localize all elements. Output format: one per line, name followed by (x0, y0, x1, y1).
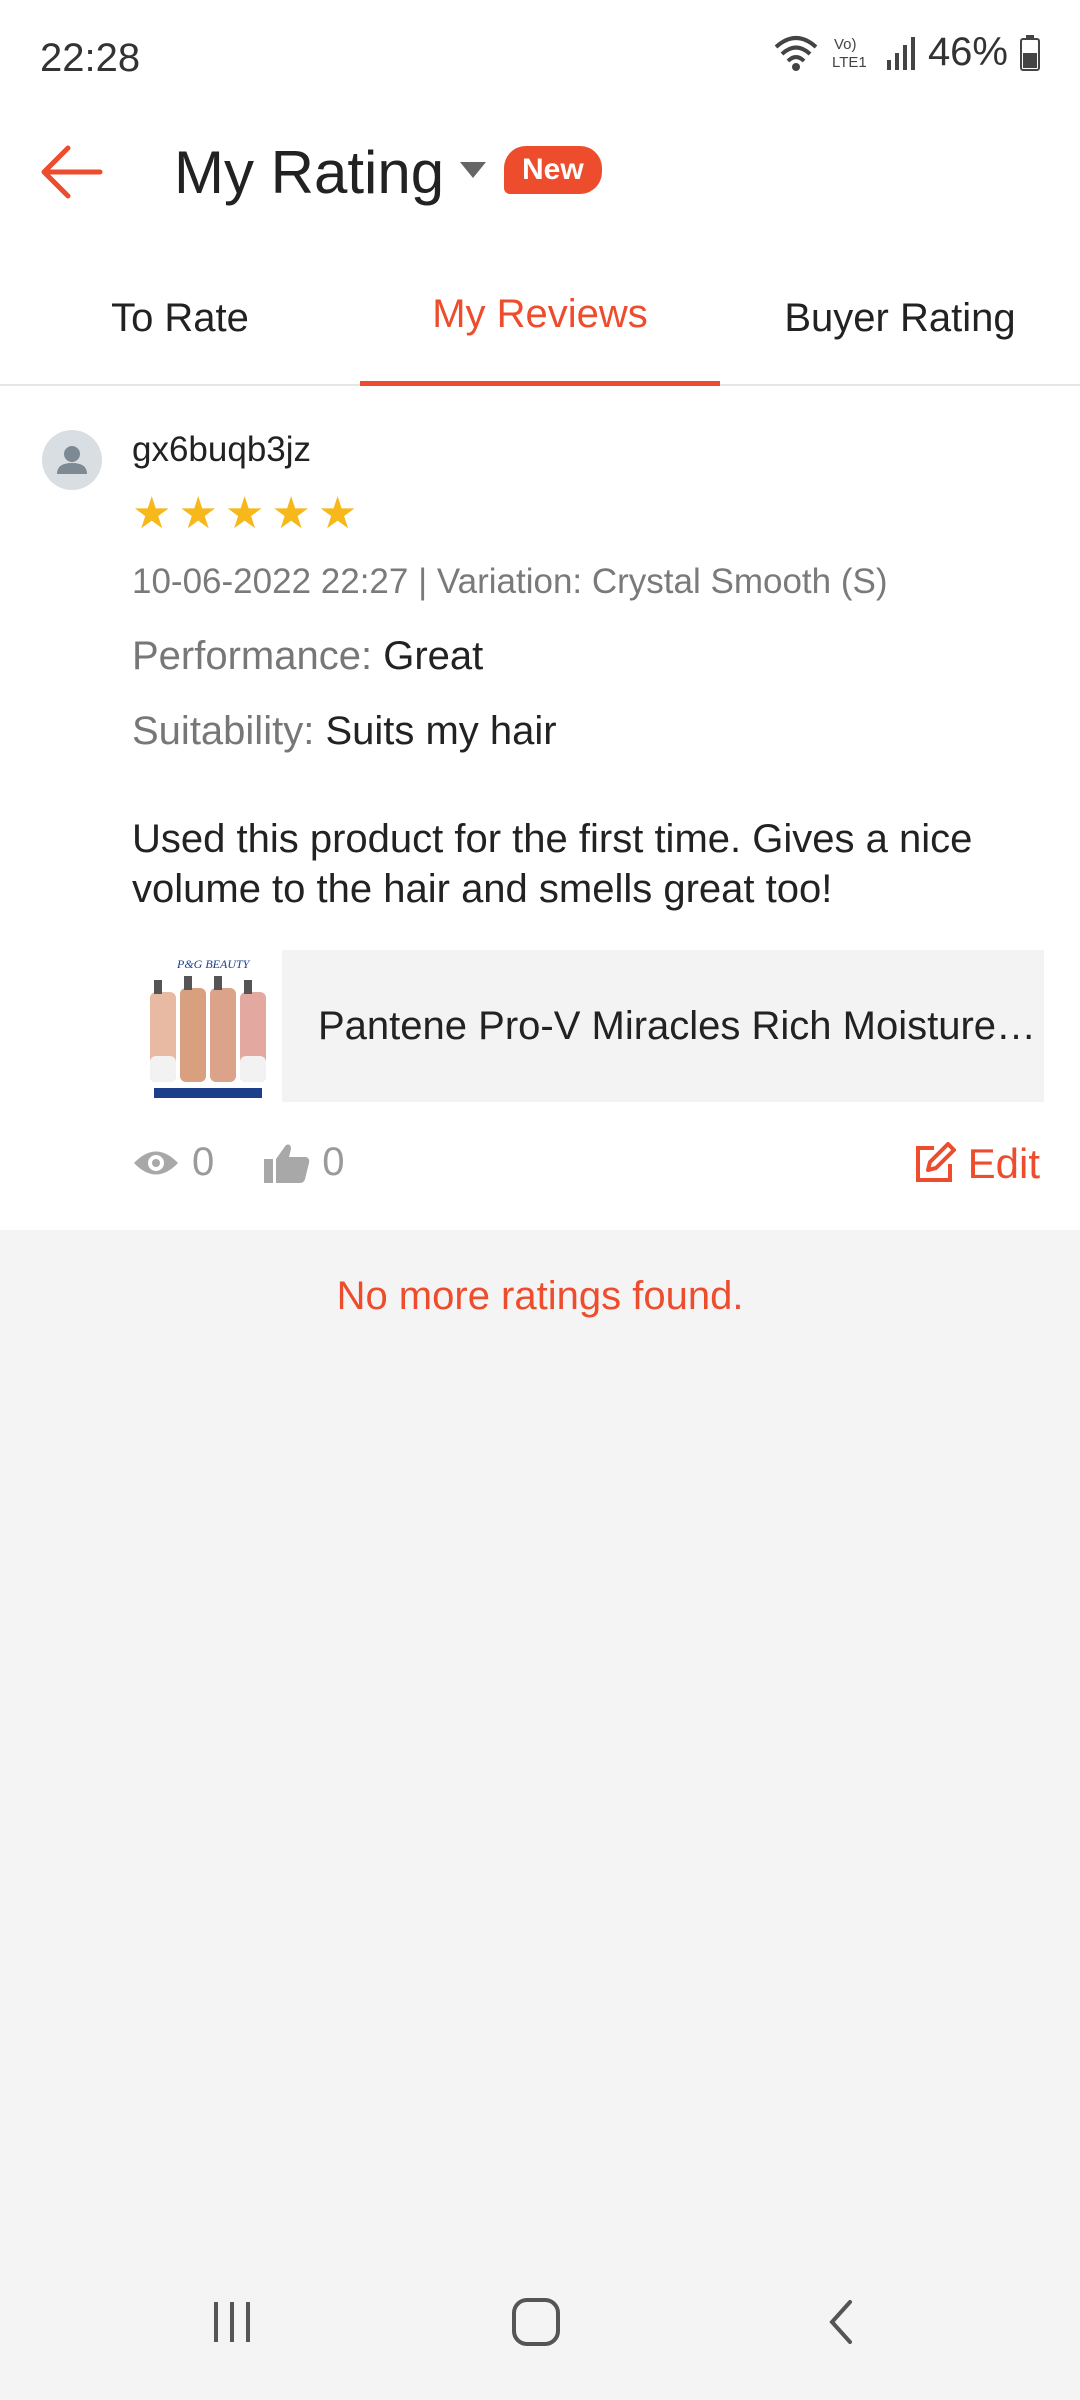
star-rating: ★ ★ ★ ★ ★ (132, 490, 357, 538)
suitability-label: Suitability: (132, 709, 315, 753)
svg-text:LTE1: LTE1 (832, 54, 867, 71)
battery-icon (1020, 34, 1040, 71)
views-count: 0 (132, 1140, 214, 1185)
reviewer-username: gx6buqb3jz (132, 430, 312, 469)
performance-value: Great (383, 634, 484, 678)
tab-my-reviews[interactable]: My Reviews (360, 260, 720, 386)
back-arrow-icon[interactable] (36, 136, 108, 208)
thumbs-up-icon[interactable] (264, 1143, 310, 1183)
user-icon (57, 446, 87, 474)
wifi-icon (774, 35, 818, 71)
new-badge: New (504, 146, 602, 194)
product-card[interactable]: P&G BEAUTY Pantene Pro-V Miracles Rich M… (132, 950, 1044, 1102)
likes-value: 0 (322, 1140, 345, 1184)
caret-down-icon[interactable] (460, 162, 486, 180)
svg-text:Vo): Vo) (834, 36, 857, 53)
review-meta: 10-06-2022 22:27 | Variation: Crystal Sm… (132, 562, 888, 601)
product-name[interactable]: Pantene Pro-V Miracles Rich Moisture Smo… (282, 950, 1044, 1102)
review-comment: Used this product for the first time. Gi… (132, 817, 973, 911)
product-thumbnail[interactable]: P&G BEAUTY (132, 950, 282, 1102)
performance-attribute: Performance: Great (132, 634, 483, 679)
performance-label: Performance: (132, 634, 373, 678)
suitability-attribute: Suitability: Suits my hair (132, 709, 557, 754)
status-icons: Vo) LTE1 46% (772, 30, 1040, 75)
tab-bar: To Rate My Reviews Buyer Rating (0, 260, 1080, 386)
edit-icon (915, 1142, 956, 1182)
edit-label: Edit (967, 1140, 1040, 1187)
page-title[interactable]: My Rating (174, 138, 444, 207)
likes-count[interactable]: 0 (264, 1140, 345, 1185)
lte-icon: Vo) LTE1 (832, 36, 867, 71)
product-image: P&G BEAUTY (150, 957, 266, 1098)
tab-to-rate[interactable]: To Rate (0, 260, 360, 384)
no-more-ratings-text: No more ratings found. (336, 1274, 744, 1318)
star-icon: ★ (178, 489, 218, 538)
product-name-text: Pantene Pro-V Miracles Rich Moisture Smo… (318, 1003, 1038, 1048)
star-icon: ★ (317, 489, 358, 538)
review-actions: 0 0 (132, 1140, 395, 1185)
battery-percent: 46% (927, 30, 1008, 74)
star-icon: ★ (224, 489, 265, 538)
system-nav-bar (0, 2280, 1080, 2380)
star-icon: ★ (132, 489, 172, 538)
back-nav-icon[interactable] (816, 2296, 868, 2348)
status-time: 22:28 (40, 36, 141, 80)
edit-button[interactable]: Edit (912, 1140, 1040, 1188)
brand-logo-text: P&G BEAUTY (176, 957, 251, 971)
avatar (42, 430, 102, 490)
star-icon: ★ (271, 489, 311, 538)
signal-icon (886, 36, 915, 70)
home-icon[interactable] (510, 2296, 562, 2348)
eye-icon (134, 1151, 178, 1174)
tab-buyer-rating[interactable]: Buyer Rating (720, 260, 1080, 384)
suitability-value: Suits my hair (325, 709, 557, 753)
views-value: 0 (192, 1140, 215, 1184)
recent-apps-icon[interactable] (206, 2296, 258, 2348)
